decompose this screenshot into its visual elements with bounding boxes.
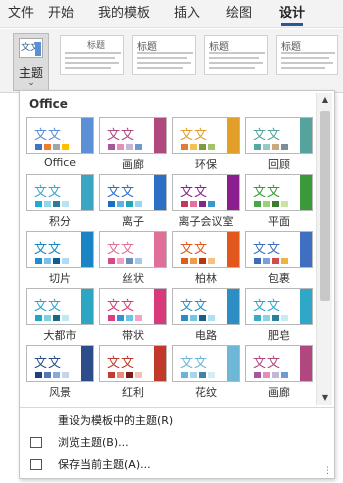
theme-label: 肥皂 — [268, 329, 290, 342]
reset-theme-menu-item[interactable]: 重设为模板中的主题(R) — [20, 411, 320, 431]
theme-label: 红利 — [122, 386, 144, 399]
theme-label: 丝状 — [122, 272, 144, 285]
theme-item[interactable]: 文文 离子会议室 — [172, 174, 240, 231]
theme-thumbnail: 文文 — [26, 345, 94, 382]
theme-label: 电路 — [195, 329, 217, 342]
tab-insert[interactable]: 插入 — [174, 0, 200, 28]
theme-item[interactable]: 文文 切片 — [26, 231, 94, 288]
theme-label: 离子会议室 — [178, 215, 234, 228]
browse-themes-menu-item[interactable]: 浏览主题(B)... — [20, 433, 320, 453]
style-set-thumbnail[interactable]: 标题 — [204, 35, 268, 75]
theme-label: 离子 — [122, 215, 144, 228]
themes-button[interactable]: 文文 主题 ⌄ — [13, 33, 49, 91]
theme-item[interactable]: 文文 风景 — [26, 345, 94, 402]
style-set-thumbnail[interactable]: 标题 — [60, 35, 124, 75]
theme-item[interactable]: 文文 回顾 — [245, 117, 313, 174]
theme-thumbnail: 文文 — [245, 288, 313, 325]
menu-item-label: 重设为模板中的主题(R) — [58, 414, 174, 427]
theme-label: 画廊 — [268, 386, 290, 399]
theme-thumbnail: 文文 — [172, 231, 240, 268]
scroll-down-icon[interactable]: ▼ — [317, 391, 333, 405]
theme-item[interactable]: 文文 积分 — [26, 174, 94, 231]
theme-label: Office — [43, 156, 77, 169]
theme-label: 柏林 — [195, 272, 217, 285]
theme-item[interactable]: 文文 画廊 — [99, 117, 167, 174]
tab-file[interactable]: 文件 — [8, 0, 34, 28]
theme-thumbnail: 文文 — [245, 117, 313, 154]
theme-thumbnail: 文文 — [99, 345, 167, 382]
themes-gallery: 文文 Office 文文 画廊 文文 环保 文文 回顾 文文 积分 文文 离子 文文 离子会议室 文文 平面文… — [20, 113, 316, 405]
theme-label: 大都市 — [43, 329, 77, 342]
theme-thumbnail: 文文 — [99, 174, 167, 211]
save-icon — [30, 459, 42, 470]
tab-draw[interactable]: 绘图 — [226, 0, 252, 28]
theme-thumbnail: 文文 — [99, 231, 167, 268]
theme-item[interactable]: 文文 环保 — [172, 117, 240, 174]
theme-label: 风景 — [49, 386, 71, 399]
themes-icon: 文文 — [19, 38, 43, 58]
theme-item[interactable]: 文文 包裹 — [245, 231, 313, 288]
chevron-down-icon: ⌄ — [27, 78, 35, 88]
theme-item[interactable]: 文文 画廊 — [245, 345, 313, 402]
theme-thumbnail: 文文 — [26, 117, 94, 154]
theme-item[interactable]: 文文 丝状 — [99, 231, 167, 288]
theme-item[interactable]: 文文 平面 — [245, 174, 313, 231]
theme-thumbnail: 文文 — [26, 231, 94, 268]
style-set-thumbnail[interactable]: 标题 — [132, 35, 196, 75]
theme-label: 带状 — [122, 329, 144, 342]
theme-item[interactable]: 文文 离子 — [99, 174, 167, 231]
theme-item[interactable]: 文文 红利 — [99, 345, 167, 402]
folder-icon — [30, 437, 42, 448]
panel-section-header: Office — [29, 97, 68, 111]
theme-label: 回顾 — [268, 158, 290, 171]
theme-thumbnail: 文文 — [245, 174, 313, 211]
theme-item[interactable]: 文文 大都市 — [26, 288, 94, 345]
theme-label: 环保 — [195, 158, 217, 171]
menu-item-label: 保存当前主题(A)... — [58, 458, 151, 471]
scroll-up-icon[interactable]: ▲ — [317, 93, 333, 107]
theme-label: 花纹 — [195, 386, 217, 399]
theme-thumbnail: 文文 — [172, 345, 240, 382]
tab-home[interactable]: 开始 — [48, 0, 74, 28]
theme-thumbnail: 文文 — [245, 231, 313, 268]
theme-thumbnail: 文文 — [172, 117, 240, 154]
scrollbar[interactable]: ▲ ▼ — [316, 93, 332, 405]
theme-item[interactable]: 文文 Office — [26, 117, 94, 174]
themes-dropdown-panel: Office 文文 Office 文文 画廊 文文 环保 文文 回顾 文文 积分 文文 离子 文文 离子会… — [19, 90, 335, 479]
theme-thumbnail: 文文 — [245, 345, 313, 382]
theme-label: 包裹 — [268, 272, 290, 285]
theme-thumbnail: 文文 — [172, 288, 240, 325]
save-theme-menu-item[interactable]: 保存当前主题(A)... — [20, 455, 320, 475]
tab-design[interactable]: 设计 — [279, 0, 305, 28]
theme-thumbnail: 文文 — [26, 288, 94, 325]
divider — [20, 407, 334, 408]
theme-label: 切片 — [49, 272, 71, 285]
tab-my-templates[interactable]: 我的模板 — [98, 0, 150, 28]
theme-label: 画廊 — [122, 158, 144, 171]
theme-thumbnail: 文文 — [99, 288, 167, 325]
theme-item[interactable]: 文文 肥皂 — [245, 288, 313, 345]
scroll-thumb[interactable] — [320, 111, 330, 301]
theme-thumbnail: 文文 — [26, 174, 94, 211]
ribbon-design-content: 文文 主题 ⌄ 标题 标题 标题 标题 — [0, 29, 343, 93]
resize-grip-icon[interactable]: ⋮ — [323, 466, 332, 476]
theme-item[interactable]: 文文 带状 — [99, 288, 167, 345]
theme-thumbnail: 文文 — [172, 174, 240, 211]
menu-item-label: 浏览主题(B)... — [58, 436, 129, 449]
style-set-thumbnail[interactable]: 标题 — [276, 35, 338, 75]
theme-label: 平面 — [268, 215, 290, 228]
theme-thumbnail: 文文 — [99, 117, 167, 154]
theme-item[interactable]: 文文 花纹 — [172, 345, 240, 402]
ribbon-tabs: 文件 开始 我的模板 插入 绘图 设计 — [0, 0, 343, 28]
theme-label: 积分 — [49, 215, 71, 228]
theme-item[interactable]: 文文 柏林 — [172, 231, 240, 288]
theme-item[interactable]: 文文 电路 — [172, 288, 240, 345]
